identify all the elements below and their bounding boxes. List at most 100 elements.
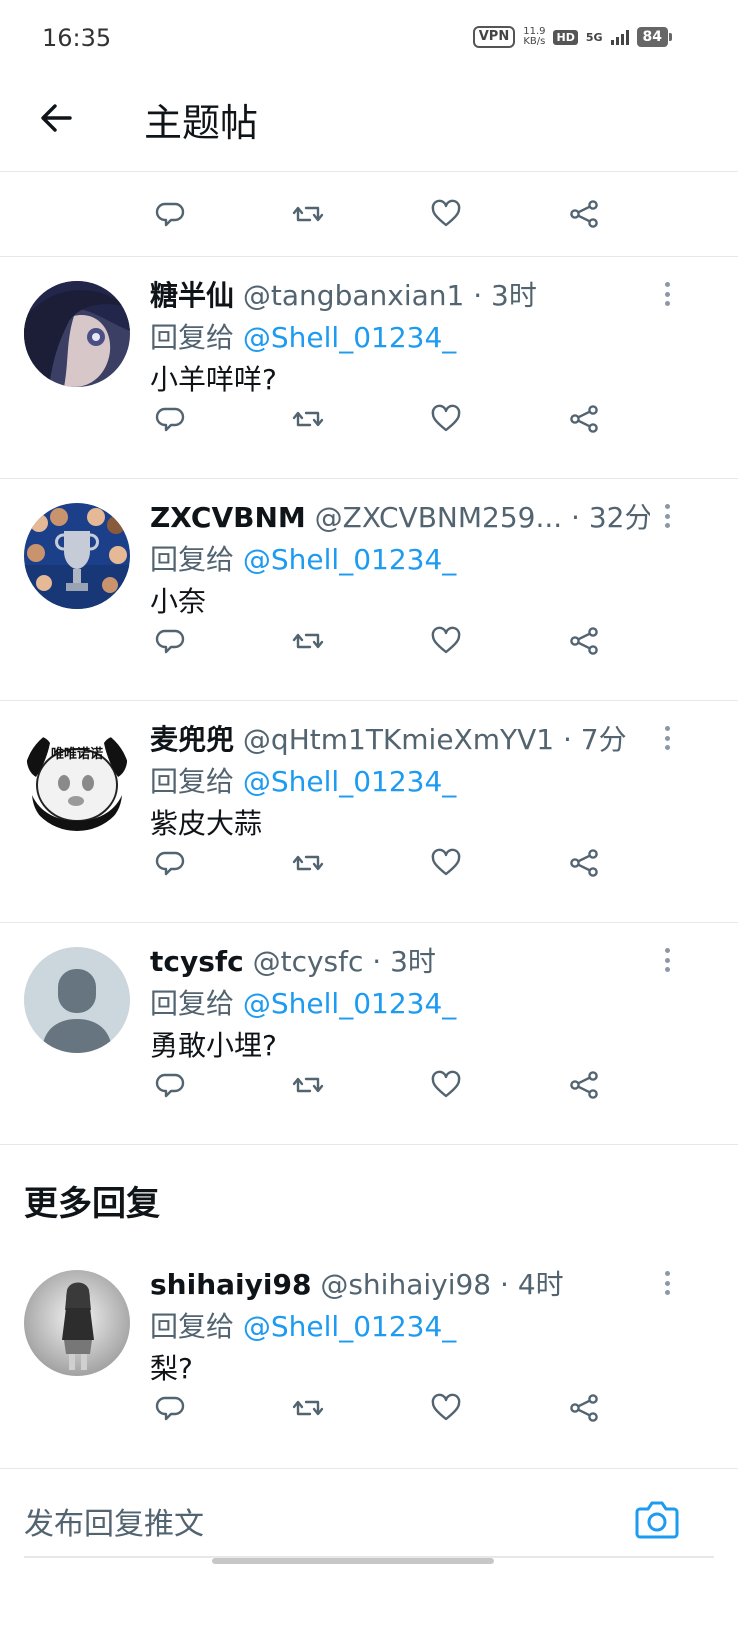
action-bar: [150, 843, 610, 883]
reply-to-prefix: 回复给: [150, 765, 243, 798]
post-header: 麦兜兜 @qHtm1TKmieXmYV1 · 7分: [150, 721, 650, 759]
home-indicator[interactable]: [212, 1558, 494, 1564]
post-text: 梨?: [150, 1352, 193, 1385]
more-replies-heading: 更多回复: [24, 1184, 160, 1224]
display-name[interactable]: 糖半仙: [150, 279, 234, 312]
reply-post[interactable]: shihaiyi98 @shihaiyi98 · 4时 回复给 @Shell_0…: [0, 1246, 738, 1468]
battery-icon: 84: [636, 27, 673, 47]
camera-icon[interactable]: [634, 1497, 680, 1541]
user-handle: @shihaiyi98: [320, 1268, 492, 1301]
post-header: ZXCVBNM @ZXCVBNM259... · 32分: [150, 499, 650, 537]
page-title: 主题帖: [144, 101, 259, 145]
reply-icon[interactable]: [150, 843, 190, 883]
post-header: tcysfc @tcysfc · 3时: [150, 943, 650, 981]
network-speed-unit: KB/s: [523, 36, 546, 47]
reply-icon[interactable]: [150, 621, 190, 661]
vpn-badge: VPN: [472, 26, 516, 48]
post-time: · 3时: [464, 279, 537, 312]
share-icon[interactable]: [564, 1388, 604, 1428]
reply-to-line: 回复给 @Shell_01234_: [150, 1308, 456, 1346]
display-name[interactable]: 麦兜兜: [150, 723, 234, 756]
like-icon[interactable]: [426, 1388, 466, 1428]
mention-link[interactable]: @Shell_01234_: [243, 1310, 456, 1343]
network-type: 5G: [585, 30, 603, 44]
status-bar: 16:35 VPN 11.9 KB/s HD 5G 84: [0, 0, 738, 80]
user-handle: @ZXCVBNM259...: [314, 501, 563, 534]
retweet-icon[interactable]: [288, 1388, 328, 1428]
share-icon[interactable]: [564, 1065, 604, 1105]
display-name[interactable]: tcysfc: [150, 945, 244, 978]
more-icon[interactable]: [654, 279, 680, 309]
like-icon[interactable]: [426, 194, 466, 234]
reply-to-line: 回复给 @Shell_01234_: [150, 763, 456, 801]
avatar-caption: 唯唯诺诺: [50, 747, 103, 762]
more-icon[interactable]: [654, 723, 680, 753]
retweet-icon[interactable]: [288, 843, 328, 883]
retweet-icon[interactable]: [288, 194, 328, 234]
post-text: 小奈: [150, 585, 207, 618]
reply-post[interactable]: 糖半仙 @tangbanxian1 · 3时 回复给 @Shell_01234_…: [0, 257, 738, 479]
share-icon[interactable]: [564, 399, 604, 439]
post-text: 紫皮大蒜: [150, 807, 263, 840]
post-time: · 7分: [554, 723, 627, 756]
retweet-icon[interactable]: [288, 621, 328, 661]
reply-to-line: 回复给 @Shell_01234_: [150, 541, 456, 579]
like-icon[interactable]: [426, 1065, 466, 1105]
avatar[interactable]: [24, 281, 130, 387]
status-time: 16:35: [42, 24, 112, 52]
retweet-icon[interactable]: [288, 1065, 328, 1105]
post-text: 勇敢小埋?: [150, 1029, 277, 1062]
retweet-icon[interactable]: [288, 399, 328, 439]
share-icon[interactable]: [564, 843, 604, 883]
reply-icon[interactable]: [150, 1065, 190, 1105]
reply-to-line: 回复给 @Shell_01234_: [150, 319, 456, 357]
post-header: shihaiyi98 @shihaiyi98 · 4时: [150, 1266, 650, 1304]
hd-badge: HD: [553, 29, 578, 45]
reply-to-prefix: 回复给: [150, 987, 243, 1020]
display-name[interactable]: shihaiyi98: [150, 1268, 311, 1301]
avatar[interactable]: [24, 503, 130, 609]
action-bar: [150, 621, 610, 661]
like-icon[interactable]: [426, 621, 466, 661]
reply-post[interactable]: 唯唯诺诺 麦兜兜 @qHtm1TKmieXmYV1 · 7分 回复给 @Shel…: [0, 701, 738, 923]
partial-post-actions: [0, 172, 738, 257]
reply-to-prefix: 回复给: [150, 321, 243, 354]
action-bar: [150, 1065, 610, 1105]
reply-post[interactable]: ZXCVBNM @ZXCVBNM259... · 32分 回复给 @Shell_…: [0, 479, 738, 701]
action-bar: [150, 1388, 610, 1428]
post-time: · 32分: [562, 501, 650, 534]
network-speed: 11.9 KB/s: [523, 27, 545, 47]
mention-link[interactable]: @Shell_01234_: [243, 987, 456, 1020]
more-icon[interactable]: [654, 501, 680, 531]
avatar[interactable]: [24, 1270, 130, 1376]
reply-post[interactable]: tcysfc @tcysfc · 3时 回复给 @Shell_01234_ 勇敢…: [0, 923, 738, 1145]
user-handle: @tcysfc: [252, 945, 364, 978]
reply-icon[interactable]: [150, 399, 190, 439]
like-icon[interactable]: [426, 399, 466, 439]
reply-to-line: 回复给 @Shell_01234_: [150, 985, 456, 1023]
share-icon[interactable]: [564, 621, 604, 661]
action-bar: [150, 194, 610, 234]
signal-icon: [610, 29, 629, 45]
reply-input[interactable]: 发布回复推文: [24, 1499, 204, 1543]
more-icon[interactable]: [654, 1268, 680, 1298]
post-header: 糖半仙 @tangbanxian1 · 3时: [150, 277, 650, 315]
back-arrow-icon[interactable]: [34, 96, 78, 140]
mention-link[interactable]: @Shell_01234_: [243, 321, 456, 354]
reply-icon[interactable]: [150, 1388, 190, 1428]
post-text: 小羊咩咩?: [150, 363, 277, 396]
reply-to-prefix: 回复给: [150, 1310, 243, 1343]
share-icon[interactable]: [564, 194, 604, 234]
mention-link[interactable]: @Shell_01234_: [243, 765, 456, 798]
more-icon[interactable]: [654, 945, 680, 975]
status-icons: VPN 11.9 KB/s HD 5G 84: [472, 26, 673, 48]
mention-link[interactable]: @Shell_01234_: [243, 543, 456, 576]
post-time: · 4时: [491, 1268, 564, 1301]
like-icon[interactable]: [426, 843, 466, 883]
avatar[interactable]: [24, 947, 130, 1053]
display-name[interactable]: ZXCVBNM: [150, 501, 306, 534]
user-handle: @tangbanxian1: [242, 279, 465, 312]
reply-icon[interactable]: [150, 194, 190, 234]
avatar[interactable]: 唯唯诺诺: [24, 725, 130, 831]
action-bar: [150, 399, 610, 439]
